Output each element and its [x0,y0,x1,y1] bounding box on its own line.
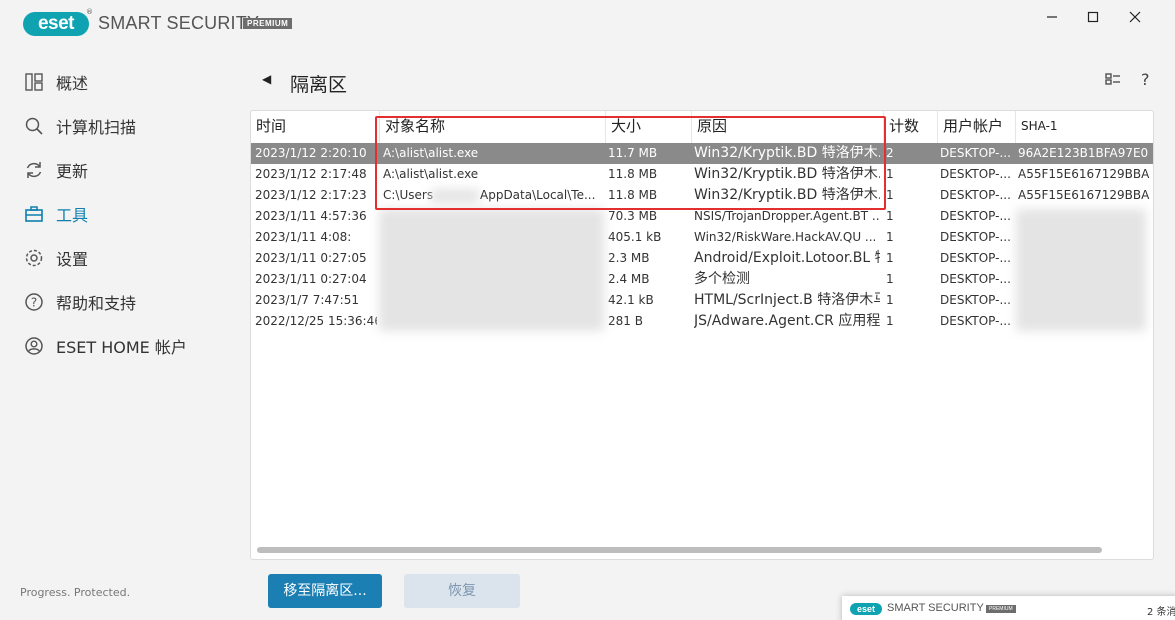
protection-status: Progress. Protected. [20,586,131,599]
sidebar-item-label: 设置 [56,250,89,269]
title-bar: eset ® SMART SECURITY PREMIUM [0,0,1175,48]
cell-size: 42.1 kB [608,293,654,307]
toast-app-name: SMART SECURITY [887,602,984,614]
minimize-icon [1047,16,1057,18]
cell-user: DESKTOP-... [940,209,1011,223]
cell-count: 1 [886,251,894,265]
sidebar-item-label: ESET HOME 帐户 [56,338,187,357]
cell-count: 2 [886,146,894,160]
cell-user: DESKTOP-... [940,230,1011,244]
redacted-object-names [379,209,604,331]
cell-count: 1 [886,209,894,223]
cell-user: DESKTOP-... [940,314,1011,328]
cell-count: 1 [886,167,894,181]
close-icon [1129,11,1141,23]
cell-time: 2023/1/11 4:08: [255,230,352,244]
view-toggle-button[interactable] [1105,72,1121,90]
column-header-count[interactable]: 计数 [883,111,937,143]
cell-time: 2023/1/11 0:27:04 [255,272,367,286]
restore-button[interactable]: 恢复 [404,574,520,608]
gear-icon [22,246,46,270]
refresh-icon [22,158,46,182]
cell-time: 2023/1/11 0:27:05 [255,251,367,265]
toast-eset-logo: eset [850,603,882,615]
toast-edition-badge: PREMIUM [986,605,1016,613]
app-name: SMART SECURITY [98,13,260,33]
cell-count: 1 [886,293,894,307]
cell-count: 1 [886,230,894,244]
sidebar-item-label: 帮助和支持 [56,294,137,313]
help-icon: ? [22,290,46,314]
sidebar-item-label: 计算机扫描 [56,118,137,137]
sidebar-item-label: 概述 [56,74,89,93]
cell-time: 2023/1/12 2:20:10 [255,146,367,160]
account-icon [22,334,46,358]
cell-count: 1 [886,188,894,202]
sidebar-item-help[interactable]: ? 帮助和支持 [22,287,136,317]
cell-time: 2023/1/11 4:57:36 [255,209,367,223]
sidebar-item-label: 更新 [56,162,89,181]
page-title: 隔离区 [290,74,348,96]
cell-user: DESKTOP-... [940,251,1011,265]
sidebar-item-update[interactable]: 更新 [22,155,88,185]
column-header-user-account[interactable]: 用户帐户 [937,111,1015,143]
eset-logo: eset [23,12,89,36]
cell-size: 281 B [608,314,643,328]
help-question-button[interactable]: ? [1141,70,1150,89]
cell-time: 2023/1/7 7:47:51 [255,293,359,307]
edition-badge: PREMIUM [243,18,293,29]
sidebar-item-overview[interactable]: 概述 [22,67,88,97]
cell-user: DESKTOP-... [940,188,1011,202]
sidebar-item-eset-home[interactable]: ESET HOME 帐户 [22,331,187,361]
notification-toast[interactable]: eset SMART SECURITY PREMIUM 2 条消 [842,596,1175,620]
search-icon [22,114,46,138]
toast-message-count: 2 条消 [1147,607,1175,618]
cell-user: DESKTOP-... [940,272,1011,286]
cell-sha1: A55F15E6167129BBA [1018,167,1150,181]
cell-reason: 多个检测 [694,271,750,287]
svg-text:?: ? [31,296,37,310]
close-button[interactable] [1121,6,1149,30]
cell-reason: Win32/RiskWare.HackAV.QU ... [694,230,877,244]
column-header-time[interactable]: 时间 [251,111,379,143]
sidebar-item-tools[interactable]: 工具 [22,199,88,229]
overview-icon [22,70,46,94]
list-view-icon [1105,73,1120,85]
cell-count: 1 [886,314,894,328]
cell-size: 2.3 MB [608,251,650,265]
cell-reason: JS/Adware.Agent.CR 应用程序 [694,313,880,329]
sidebar-item-computer-scan[interactable]: 计算机扫描 [22,111,136,141]
cell-user: DESKTOP-... [940,293,1011,307]
cell-sha1: A55F15E6167129BBA [1018,188,1150,202]
move-to-quarantine-button[interactable]: 移至隔离区... [268,574,382,608]
cell-user: DESKTOP-... [940,146,1011,160]
cell-reason: HTML/ScrInject.B 特洛伊木马 [694,292,880,308]
cell-time: 2022/12/25 15:36:46 [255,314,377,328]
minimize-button[interactable] [1038,6,1066,30]
cell-count: 1 [886,272,894,286]
cell-time: 2023/1/12 2:17:23 [255,188,367,202]
cell-size: 2.4 MB [608,272,650,286]
cell-size: 405.1 kB [608,230,662,244]
cell-time: 2023/1/12 2:17:48 [255,167,367,181]
cell-user: DESKTOP-... [940,167,1011,181]
sidebar-item-settings[interactable]: 设置 [22,243,88,273]
toolbox-icon [22,202,46,226]
registered-mark: ® [86,8,93,16]
maximize-icon [1087,11,1099,23]
redacted-sha1-values [1016,209,1146,331]
highlight-annotation [375,116,886,210]
question-icon: ? [1141,70,1150,89]
cell-reason: Android/Exploit.Lotoor.BL 特... [694,250,880,266]
back-button[interactable]: ◀ [262,72,271,86]
cell-sha1: 96A2E123B1BFA97E0 [1018,146,1149,160]
maximize-button[interactable] [1079,6,1107,30]
column-header-sha1[interactable]: SHA-1 [1015,111,1153,143]
sidebar-item-label: 工具 [56,206,89,225]
horizontal-scrollbar[interactable] [257,547,1102,553]
